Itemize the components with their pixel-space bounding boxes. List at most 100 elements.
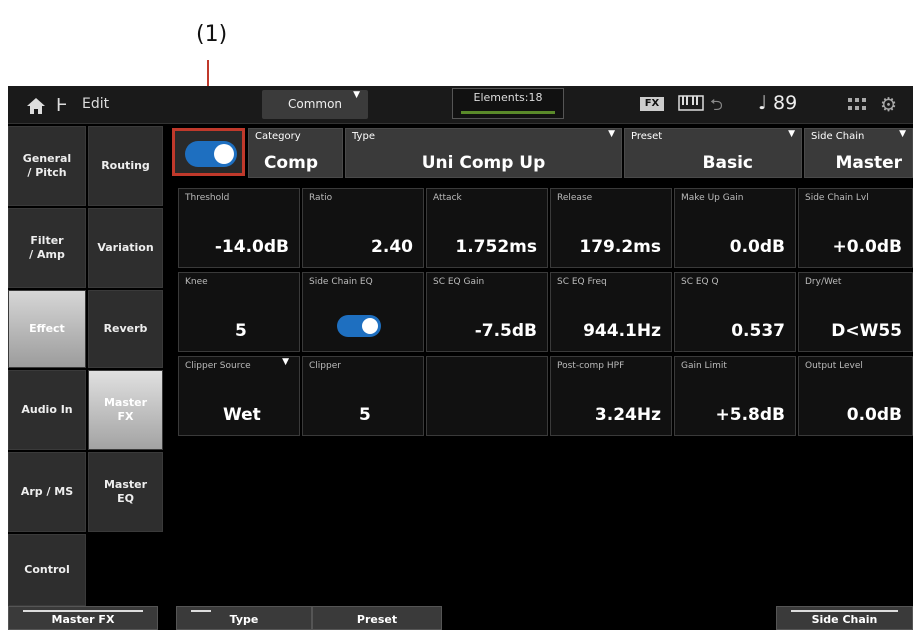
param-dry-wet[interactable]: Dry/Wet D<W55 — [798, 272, 913, 352]
param-side-chain-eq[interactable]: Side Chain EQ — [302, 272, 424, 352]
param-side-chain-lvl[interactable]: Side Chain Lvl +0.0dB — [798, 188, 913, 268]
param-clipper-source[interactable]: Clipper Source ▼ Wet — [178, 356, 300, 436]
preset-selector[interactable]: Preset ▼ Basic — [624, 128, 802, 178]
edit-label: Edit — [82, 96, 110, 112]
side-chain-label: Side Chain — [811, 131, 865, 142]
nav-audio-in[interactable]: Audio In — [8, 370, 86, 450]
param-value: 5 — [235, 321, 247, 341]
param-post-comp-hpf[interactable]: Post-comp HPF 3.24Hz — [550, 356, 672, 436]
home-icon[interactable] — [26, 97, 46, 115]
nav-arp-ms[interactable]: Arp / MS — [8, 452, 86, 532]
param-label: Gain Limit — [681, 361, 727, 371]
param-value: -14.0dB — [214, 237, 289, 257]
param-clipper[interactable]: Clipper 5 — [302, 356, 424, 436]
param-label: SC EQ Q — [681, 277, 719, 287]
chevron-down-icon: ▼ — [608, 129, 615, 139]
usb-icon: ⮌ — [710, 95, 723, 114]
param-label: Dry/Wet — [805, 277, 842, 287]
chevron-down-icon: ▼ — [353, 90, 360, 100]
param-value: 0.0dB — [729, 237, 785, 257]
nav-routing[interactable]: Routing — [88, 126, 163, 206]
param-release[interactable]: Release 179.2ms — [550, 188, 672, 268]
nav-effect[interactable]: Effect — [8, 290, 86, 368]
param-label: Make Up Gain — [681, 193, 744, 203]
param-value: 0.537 — [731, 321, 785, 341]
param-label: Side Chain Lvl — [805, 193, 869, 203]
param-threshold[interactable]: Threshold -14.0dB — [178, 188, 300, 268]
effect-switch-cell — [172, 128, 245, 176]
side-chain-selector[interactable]: Side Chain ▼ Master — [804, 128, 913, 178]
param-empty-slot — [426, 356, 548, 436]
nav-variation[interactable]: Variation — [88, 208, 163, 288]
chevron-down-icon: ▼ — [899, 129, 906, 139]
param-attack[interactable]: Attack 1.752ms — [426, 188, 548, 268]
param-make-up-gain[interactable]: Make Up Gain 0.0dB — [674, 188, 796, 268]
preset-label: Preset — [631, 131, 663, 142]
common-button[interactable]: Common ▼ — [262, 90, 368, 119]
side-chain-value: Master — [835, 153, 902, 173]
param-sc-eq-freq[interactable]: SC EQ Freq 944.1Hz — [550, 272, 672, 352]
bottom-tab-bar: Master FX Type Preset Side Chain — [8, 606, 913, 630]
param-value: +0.0dB — [832, 237, 903, 257]
chevron-down-icon: ▼ — [282, 357, 289, 367]
type-selector[interactable]: Type ▼ Uni Comp Up — [345, 128, 622, 178]
nav-general-pitch[interactable]: General / Pitch — [8, 126, 86, 206]
nav-filter-amp[interactable]: Filter / Amp — [8, 208, 86, 288]
tempo-display[interactable]: ♩ 89 — [758, 92, 797, 114]
param-label: Output Level — [805, 361, 863, 371]
param-value: -7.5dB — [474, 321, 537, 341]
nav-master-fx[interactable]: Master FX — [88, 370, 163, 450]
param-label: Ratio — [309, 193, 333, 203]
param-label: Post-comp HPF — [557, 361, 625, 371]
elements-indicator[interactable]: Elements:18 — [452, 88, 564, 119]
param-value: 179.2ms — [579, 237, 661, 257]
nav-control[interactable]: Control — [8, 534, 86, 606]
toggle-knob — [214, 144, 234, 164]
param-value: 944.1Hz — [583, 321, 661, 341]
tab-side-chain[interactable]: Side Chain — [776, 606, 913, 630]
keyboard-icon — [678, 95, 704, 111]
param-sc-eq-gain[interactable]: SC EQ Gain -7.5dB — [426, 272, 548, 352]
effect-on-off-toggle[interactable] — [185, 141, 237, 167]
chevron-down-icon: ▼ — [788, 129, 795, 139]
gear-icon[interactable]: ⚙ — [880, 94, 897, 116]
param-label: Attack — [433, 193, 462, 203]
category-label: Category — [255, 131, 301, 142]
tab-label: Master FX — [51, 613, 115, 626]
top-bar: Ⱶ Edit Common ▼ Elements:18 FX ⮌ ♩ 89 ⚙ — [8, 86, 913, 124]
type-value: Uni Comp Up — [421, 153, 546, 173]
param-value: Wet — [223, 405, 261, 425]
param-label: Clipper — [309, 361, 341, 371]
back-icon[interactable]: Ⱶ — [56, 95, 68, 116]
tab-indicator — [791, 610, 898, 612]
tab-label: Preset — [356, 613, 398, 626]
callout-number: (1) — [196, 22, 228, 47]
param-value: 2.40 — [371, 237, 413, 257]
tab-preset[interactable]: Preset — [312, 606, 442, 630]
param-knee[interactable]: Knee 5 — [178, 272, 300, 352]
param-gain-limit[interactable]: Gain Limit +5.8dB — [674, 356, 796, 436]
param-sc-eq-q[interactable]: SC EQ Q 0.537 — [674, 272, 796, 352]
param-label: SC EQ Gain — [433, 277, 485, 287]
param-ratio[interactable]: Ratio 2.40 — [302, 188, 424, 268]
grid-menu-icon[interactable] — [848, 98, 866, 110]
param-label: Knee — [185, 277, 208, 287]
param-output-level[interactable]: Output Level 0.0dB — [798, 356, 913, 436]
tab-master-fx[interactable]: Master FX — [8, 606, 158, 630]
master-fx-panel: Category Comp Type ▼ Uni Comp Up Preset … — [168, 126, 913, 602]
side-chain-eq-toggle[interactable] — [337, 315, 381, 337]
tab-type[interactable]: Type — [176, 606, 312, 630]
param-value: D<W55 — [831, 321, 902, 341]
param-label: Clipper Source — [185, 361, 251, 371]
fx-badge: FX — [640, 97, 664, 111]
nav-reverb[interactable]: Reverb — [88, 290, 163, 368]
tab-label: Side Chain — [811, 613, 878, 626]
param-value: 1.752ms — [455, 237, 537, 257]
param-label: Release — [557, 193, 593, 203]
type-label: Type — [352, 131, 375, 142]
nav-master-eq[interactable]: Master EQ — [88, 452, 163, 532]
tab-indicator — [191, 610, 211, 612]
param-label: Side Chain EQ — [309, 277, 373, 287]
param-value: 5 — [359, 405, 371, 425]
category-selector[interactable]: Category Comp — [248, 128, 343, 178]
